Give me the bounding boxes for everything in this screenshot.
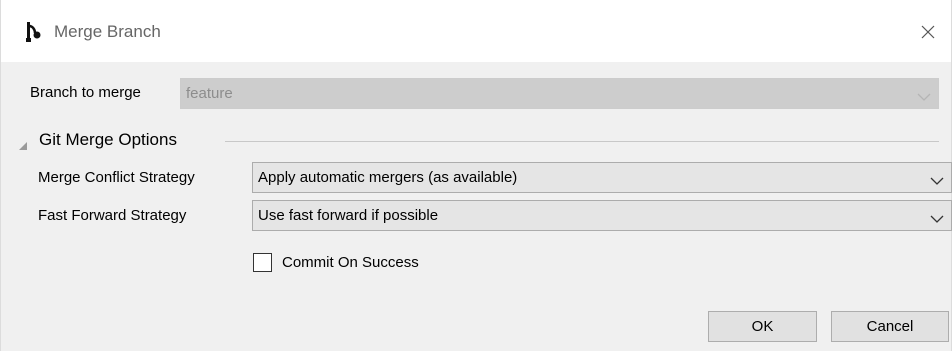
ok-button[interactable]: OK	[708, 311, 817, 342]
git-merge-options-header: Git Merge Options	[39, 130, 177, 149]
group-divider	[225, 141, 939, 142]
branch-to-merge-select[interactable]: feature	[180, 78, 939, 109]
fast-forward-strategy-label: Fast Forward Strategy	[38, 207, 187, 224]
merge-conflict-strategy-value: Apply automatic mergers (as available)	[258, 169, 518, 186]
fast-forward-strategy-select[interactable]: Use fast forward if possible	[252, 200, 952, 231]
merge-conflict-strategy-select[interactable]: Apply automatic mergers (as available)	[252, 162, 952, 193]
merge-branch-dialog: Merge Branch Branch to merge feature Git…	[0, 0, 952, 351]
commit-on-success-checkbox[interactable]	[253, 253, 272, 272]
fast-forward-strategy-value: Use fast forward if possible	[258, 207, 439, 224]
cancel-button[interactable]: Cancel	[831, 311, 949, 342]
dialog-title: Merge Branch	[54, 22, 161, 41]
branch-to-merge-label: Branch to merge	[30, 84, 141, 101]
commit-on-success-label[interactable]: Commit On Success	[282, 253, 419, 273]
title-bar: Merge Branch	[1, 0, 951, 62]
chevron-down-icon	[930, 173, 944, 185]
branch-merge-icon	[24, 21, 44, 43]
expand-triangle-icon[interactable]	[18, 138, 28, 150]
chevron-down-icon	[930, 211, 944, 223]
chevron-down-icon	[917, 89, 931, 101]
branch-to-merge-value: feature	[186, 85, 233, 102]
merge-conflict-strategy-label: Merge Conflict Strategy	[38, 169, 195, 186]
close-icon[interactable]	[918, 22, 938, 42]
